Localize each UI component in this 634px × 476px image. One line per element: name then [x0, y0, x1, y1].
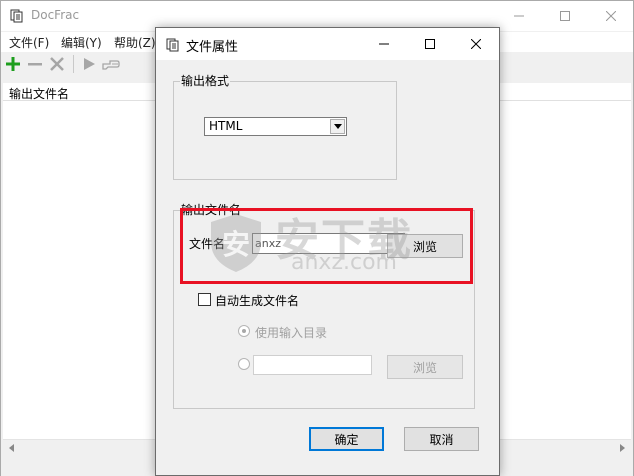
auto-generate-filename-checkbox[interactable]: [198, 293, 211, 306]
auto-generate-filename-label[interactable]: 自动生成文件名: [215, 292, 299, 309]
main-minimize-button[interactable]: [496, 1, 542, 31]
maximize-icon: [560, 11, 570, 21]
scroll-left-icon[interactable]: [5, 442, 19, 454]
maximize-icon: [425, 39, 435, 49]
highlight-annotation: [180, 208, 473, 284]
menu-file[interactable]: 文件(F): [9, 34, 49, 51]
menu-edit[interactable]: 编辑(Y): [61, 34, 102, 51]
dialog-maximize-button[interactable]: [407, 28, 453, 60]
custom-dir-input[interactable]: [253, 355, 372, 375]
output-format-select[interactable]: HTML: [204, 117, 347, 136]
dialog-app-icon: [166, 38, 180, 52]
menu-help[interactable]: 帮助(Z): [114, 34, 156, 51]
add-file-button[interactable]: [3, 54, 23, 74]
dialog-titlebar[interactable]: 文件属性: [156, 28, 499, 60]
minimize-icon: [514, 15, 524, 17]
options-button[interactable]: [101, 54, 121, 74]
play-icon: [84, 58, 95, 70]
use-input-dir-radio[interactable]: [238, 325, 250, 337]
dropdown-arrow-button[interactable]: [330, 119, 345, 134]
close-icon: [606, 11, 616, 21]
toolbar-separator: [73, 55, 74, 73]
minimize-icon: [379, 43, 389, 45]
dialog-minimize-button[interactable]: [361, 28, 407, 60]
use-input-dir-label[interactable]: 使用输入目录: [255, 324, 327, 341]
scroll-right-icon[interactable]: [615, 442, 629, 454]
output-format-value: HTML: [209, 119, 243, 133]
chevron-down-icon: [333, 124, 342, 129]
ok-button[interactable]: 确定: [309, 427, 384, 451]
dialog-close-button[interactable]: [453, 28, 499, 60]
main-close-button[interactable]: [588, 1, 634, 31]
main-maximize-button[interactable]: [542, 1, 588, 31]
remove-file-button[interactable]: [25, 54, 45, 74]
custom-dir-radio[interactable]: [238, 358, 250, 370]
convert-button[interactable]: [79, 54, 99, 74]
x-icon: [50, 57, 64, 71]
browse-dir-button[interactable]: 浏览: [387, 355, 463, 379]
output-format-legend: 输出格式: [180, 74, 231, 88]
dialog-title: 文件属性: [186, 40, 239, 55]
docfrac-app-icon: [10, 9, 24, 23]
main-window-title: DocFrac: [31, 8, 80, 22]
plus-icon: [6, 57, 20, 71]
pointing-hand-icon: [102, 60, 120, 70]
column-output-filename[interactable]: 输出文件名: [9, 85, 69, 102]
clear-list-button[interactable]: [47, 54, 67, 74]
close-icon: [471, 39, 481, 49]
cancel-button[interactable]: 取消: [404, 427, 479, 451]
minus-icon: [28, 63, 42, 66]
